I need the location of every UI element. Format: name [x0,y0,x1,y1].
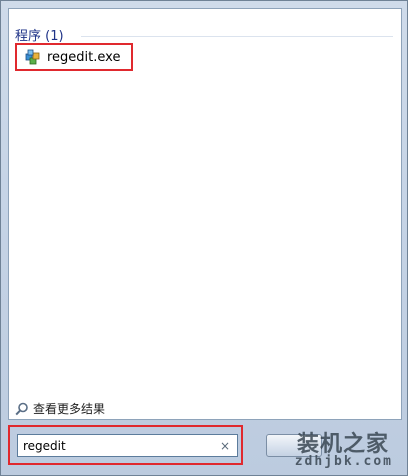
search-input[interactable] [18,435,213,456]
watermark-url: zdhjbk.com [294,454,393,469]
section-divider [81,36,393,37]
result-item-regedit[interactable]: regedit.exe [15,43,133,71]
search-icon [15,402,29,416]
result-item-label: regedit.exe [47,49,121,65]
section-header-programs: 程序 (1) [15,29,64,44]
see-more-results-link[interactable]: 查看更多结果 [15,400,105,417]
start-menu: 程序 (1) regedit.exe 查看更多结果 regedit × 装机之家… [0,0,408,476]
search-results-panel: 程序 (1) regedit.exe 查看更多结果 [8,8,402,420]
registry-editor-icon [25,49,41,65]
search-box[interactable]: × [17,434,238,457]
clear-search-button[interactable]: × [217,438,233,454]
see-more-results-label: 查看更多结果 [33,402,106,416]
